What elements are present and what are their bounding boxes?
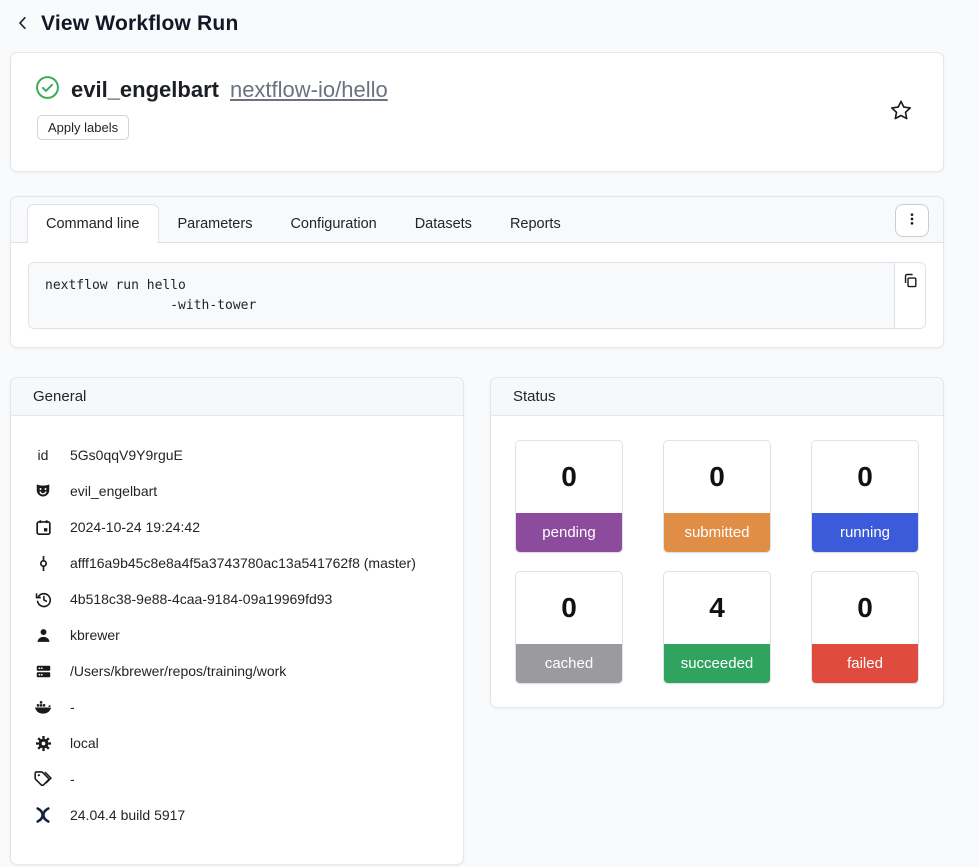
repo-link[interactable]: nextflow-io/hello (230, 77, 388, 103)
tab-reports[interactable]: Reports (491, 204, 580, 243)
status-panel-body: 0 pending 0 submitted 0 running 0 cached (491, 416, 943, 707)
status-panel: Status 0 pending 0 submitted 0 running (490, 377, 944, 708)
kebab-menu-icon (904, 210, 920, 231)
status-box-succeeded: 4 succeeded (663, 571, 771, 684)
commit-hash-value: afff16a9b45c8e8a4f5a3743780ac13a541762f8… (70, 555, 416, 571)
server-icon (33, 662, 53, 681)
user-value: kbrewer (70, 627, 120, 643)
check-circle-icon (35, 75, 60, 105)
panels-row: General id 5Gs0qqV9Y9rguE evil_engelbart (10, 377, 944, 865)
succeeded-count: 4 (664, 572, 770, 644)
run-name: evil_engelbart (71, 77, 219, 103)
tab-bar: Command line Parameters Configuration Da… (11, 197, 943, 243)
general-row-run-name: evil_engelbart (33, 473, 447, 509)
page-header: View Workflow Run (14, 12, 944, 36)
git-commit-icon (33, 554, 53, 573)
star-button[interactable] (887, 97, 915, 128)
status-box-failed: 0 failed (811, 571, 919, 684)
apply-labels-button[interactable]: Apply labels (37, 115, 129, 140)
star-icon (889, 99, 913, 126)
failed-label: failed (812, 644, 918, 683)
pending-count: 0 (516, 441, 622, 513)
status-box-submitted: 0 submitted (663, 440, 771, 553)
status-box-pending: 0 pending (515, 440, 623, 553)
run-summary-card: evil_engelbart nextflow-io/hello Apply l… (10, 52, 944, 172)
calendar-icon (33, 518, 53, 537)
workdir-value: /Users/kbrewer/repos/training/work (70, 663, 286, 679)
copy-icon (902, 272, 919, 292)
pending-label: pending (516, 513, 622, 552)
general-row-version: 24.04.4 build 5917 (33, 797, 447, 833)
history-icon (33, 590, 53, 609)
general-row-user: kbrewer (33, 617, 447, 653)
tab-datasets[interactable]: Datasets (396, 204, 491, 243)
executor-value: local (70, 735, 99, 751)
general-row-commit: afff16a9b45c8e8a4f5a3743780ac13a541762f8… (33, 545, 447, 581)
session-id-value: 4b518c38-9e88-4caa-9184-09a19969fd93 (70, 591, 332, 607)
copy-button[interactable] (894, 263, 925, 328)
tab-content: nextflow run hello -with-tower (11, 243, 943, 347)
id-label: id (33, 447, 53, 463)
cached-count: 0 (516, 572, 622, 644)
status-panel-header: Status (491, 378, 943, 416)
tags-value: - (70, 771, 75, 787)
general-row-date: 2024-10-24 19:24:42 (33, 509, 447, 545)
general-row-workdir: /Users/kbrewer/repos/training/work (33, 653, 447, 689)
status-box-cached: 0 cached (515, 571, 623, 684)
page: View Workflow Run evil_engelbart nextflo… (10, 0, 944, 865)
back-button[interactable] (14, 14, 32, 35)
tab-configuration[interactable]: Configuration (271, 204, 395, 243)
general-row-executor: local (33, 725, 447, 761)
nextflow-version-value: 24.04.4 build 5917 (70, 807, 185, 823)
tags-icon (33, 769, 53, 789)
running-label: running (812, 513, 918, 552)
container-value: - (70, 699, 75, 715)
failed-count: 0 (812, 572, 918, 644)
docker-icon (33, 697, 53, 717)
status-box-running: 0 running (811, 440, 919, 553)
kebab-menu-button[interactable] (895, 204, 929, 237)
chevron-left-icon (14, 14, 32, 35)
succeeded-label: succeeded (664, 644, 770, 683)
cached-label: cached (516, 644, 622, 683)
start-date-value: 2024-10-24 19:24:42 (70, 519, 200, 535)
tab-parameters[interactable]: Parameters (159, 204, 272, 243)
general-panel-body: id 5Gs0qqV9Y9rguE evil_engelbart (11, 416, 463, 864)
nextflow-icon (33, 805, 53, 825)
running-count: 0 (812, 441, 918, 513)
user-icon (33, 626, 53, 645)
run-id-value: 5Gs0qqV9Y9rguE (70, 447, 183, 463)
tabs-card: Command line Parameters Configuration Da… (10, 196, 944, 348)
page-title: View Workflow Run (41, 12, 238, 36)
general-panel: General id 5Gs0qqV9Y9rguE evil_engelbart (10, 377, 464, 865)
general-row-id: id 5Gs0qqV9Y9rguE (33, 437, 447, 473)
general-row-container: - (33, 689, 447, 725)
submitted-label: submitted (664, 513, 770, 552)
tab-command-line[interactable]: Command line (27, 204, 159, 243)
command-line-block: nextflow run hello -with-tower (28, 262, 926, 329)
run-title-row: evil_engelbart nextflow-io/hello (35, 75, 919, 105)
general-row-tags: - (33, 761, 447, 797)
submitted-count: 0 (664, 441, 770, 513)
run-name-value: evil_engelbart (70, 483, 157, 499)
status-grid: 0 pending 0 submitted 0 running 0 cached (515, 440, 919, 684)
command-line-text: nextflow run hello -with-tower (29, 263, 894, 328)
general-row-session: 4b518c38-9e88-4caa-9184-09a19969fd93 (33, 581, 447, 617)
gear-icon (33, 734, 53, 753)
masks-icon (33, 481, 53, 501)
general-panel-header: General (11, 378, 463, 416)
